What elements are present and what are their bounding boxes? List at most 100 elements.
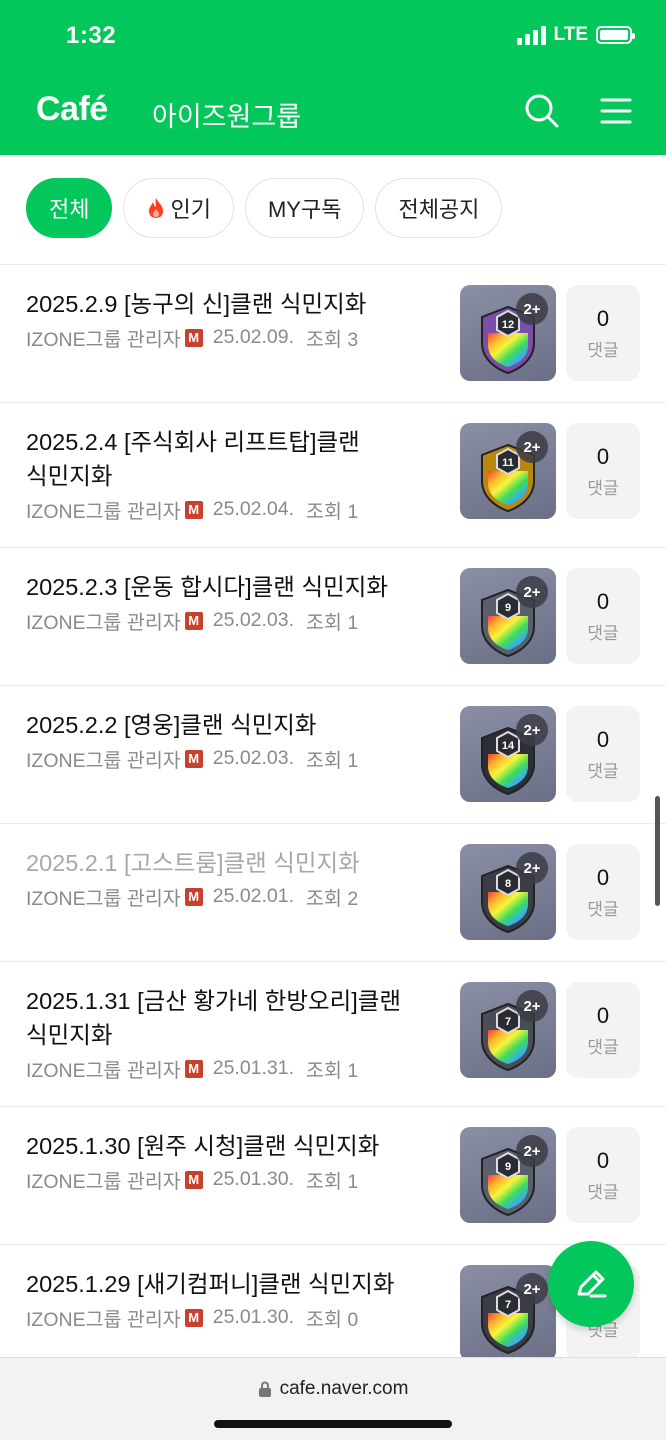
post-views: 조회 1 <box>306 1171 359 1193</box>
post-meta: IZONE그룹 관리자 M 25.01.30. 조회 0 <box>26 1303 446 1332</box>
manager-badge: M <box>184 328 203 347</box>
search-icon[interactable] <box>524 93 560 129</box>
comment-count-box[interactable]: 0 댓글 <box>566 1127 640 1223</box>
battery-icon <box>596 26 635 44</box>
post-thumbnail[interactable]: 14 2+ <box>460 706 556 802</box>
post-title[interactable]: 2025.2.2 [영웅]클랜 식민지화 <box>26 708 446 742</box>
tab-all-notices[interactable]: 전체공지 <box>375 178 503 238</box>
manager-badge: M <box>184 749 203 768</box>
comment-count-box[interactable]: 0 댓글 <box>566 844 640 940</box>
tab-popular[interactable]: 인기 <box>123 178 234 238</box>
post-text: 2025.1.30 [원주 시청]클랜 식민지화 IZONE그룹 관리자 M 25.0… <box>26 1129 446 1194</box>
post-text: 2025.1.31 [금산 황가네 한방오리]클랜 식민지화 IZONE그룹 관리… <box>26 984 446 1083</box>
comment-count-box[interactable]: 0 댓글 <box>566 982 640 1078</box>
post-row[interactable]: 2025.2.4 [주식회사 리프트탑]클랜 식민지화 IZONE그룹 관리자 M 2… <box>0 402 666 547</box>
image-count-badge: 2+ <box>516 431 548 463</box>
status-indicators: LTE <box>516 24 635 46</box>
network-label: LTE <box>553 24 588 45</box>
post-meta: IZONE그룹 관리자 M 25.02.04. 조회 1 <box>26 495 446 524</box>
post-thumbnail[interactable]: 7 2+ <box>460 982 556 1078</box>
post-author: IZONE그룹 관리자 <box>26 1171 181 1193</box>
status-time: 1:32 <box>66 22 117 49</box>
post-text: 2025.1.29 [새기컴퍼니]클랜 식민지화 IZONE그룹 관리자 M 25.0… <box>26 1267 446 1332</box>
post-meta: IZONE그룹 관리자 M 25.02.03. 조회 1 <box>26 606 446 635</box>
tab-all[interactable]: 전체 <box>26 178 113 238</box>
manager-badge: M <box>184 611 203 630</box>
clan-level: 8 <box>505 878 511 890</box>
post-row[interactable]: 2025.2.2 [영웅]클랜 식민지화 IZONE그룹 관리자 M 25.02.03… <box>0 685 666 823</box>
clan-level: 9 <box>505 1161 511 1173</box>
post-thumbnail[interactable]: 12 2+ <box>460 285 556 381</box>
post-text: 2025.2.4 [주식회사 리프트탑]클랜 식민지화 IZONE그룹 관리자 M 2… <box>26 425 446 524</box>
post-row[interactable]: 2025.2.3 [운동 합시다]클랜 식민지화 IZONE그룹 관리자 M 25.0… <box>0 547 666 685</box>
cafe-name[interactable]: 아이즈원그룹 <box>152 95 301 134</box>
post-thumbnail[interactable]: 9 2+ <box>460 568 556 664</box>
post-author: IZONE그룹 관리자 <box>26 1060 181 1082</box>
write-post-button[interactable] <box>548 1241 634 1327</box>
comment-label: 댓글 <box>587 1182 619 1202</box>
post-text: 2025.2.3 [운동 합시다]클랜 식민지화 IZONE그룹 관리자 M 25.0… <box>26 570 446 635</box>
post-views: 조회 1 <box>306 501 359 523</box>
post-text: 2025.2.2 [영웅]클랜 식민지화 IZONE그룹 관리자 M 25.02.03… <box>26 708 446 773</box>
post-thumbnail[interactable]: 11 2+ <box>460 423 556 519</box>
post-views: 조회 3 <box>306 329 359 351</box>
post-views: 조회 2 <box>306 888 359 910</box>
comment-count-box[interactable]: 0 댓글 <box>566 423 640 519</box>
post-thumbnail[interactable]: 9 2+ <box>460 1127 556 1223</box>
tab-my-subscriptions[interactable]: MY구독 <box>244 178 365 238</box>
post-title[interactable]: 2025.1.31 [금산 황가네 한방오리]클랜 식민지화 <box>26 984 446 1052</box>
comment-count: 0 <box>596 864 610 890</box>
post-meta: IZONE그룹 관리자 M 25.02.09. 조회 3 <box>26 323 446 352</box>
cafe-logo[interactable]: Café <box>36 90 108 129</box>
post-title[interactable]: 2025.2.9 [농구의 신]클랜 식민지화 <box>26 287 446 321</box>
comment-count: 0 <box>596 588 610 614</box>
clan-level: 14 <box>502 740 515 752</box>
post-title[interactable]: 2025.2.4 [주식회사 리프트탑]클랜 식민지화 <box>26 425 446 493</box>
home-indicator[interactable] <box>214 1420 452 1428</box>
post-author: IZONE그룹 관리자 <box>26 329 181 351</box>
image-count-badge: 2+ <box>516 576 548 608</box>
hamburger-menu-icon[interactable] <box>600 97 632 125</box>
post-title[interactable]: 2025.2.1 [고스트룸]클랜 식민지화 <box>26 846 446 880</box>
comment-count-box[interactable]: 0 댓글 <box>566 285 640 381</box>
post-author: IZONE그룹 관리자 <box>26 888 181 910</box>
post-row[interactable]: 2025.2.1 [고스트룸]클랜 식민지화 IZONE그룹 관리자 M 25.02.… <box>0 823 666 961</box>
comment-count-box[interactable]: 0 댓글 <box>566 568 640 664</box>
post-date: 25.02.09. <box>212 326 295 348</box>
post-text: 2025.2.1 [고스트룸]클랜 식민지화 IZONE그룹 관리자 M 25.02.… <box>26 846 446 911</box>
image-count-badge: 2+ <box>516 293 548 325</box>
comment-count-box[interactable]: 0 댓글 <box>566 706 640 802</box>
image-count-badge: 2+ <box>516 1135 548 1167</box>
post-meta: IZONE그룹 관리자 M 25.02.03. 조회 1 <box>26 744 446 773</box>
image-count-badge: 2+ <box>516 1273 548 1305</box>
app-header: 1:32 LTE Café 아이즈원그룹 <box>0 0 666 155</box>
signal-icon <box>516 25 546 45</box>
post-thumbnail[interactable]: 7 2+ <box>460 1265 556 1361</box>
post-author: IZONE그룹 관리자 <box>26 501 181 523</box>
clan-level: 12 <box>502 319 514 331</box>
post-date: 25.01.31. <box>212 1057 295 1079</box>
post-date: 25.01.30. <box>212 1306 295 1328</box>
clan-level: 7 <box>505 1016 511 1028</box>
scrollbar[interactable] <box>655 796 660 906</box>
post-row[interactable]: 2025.2.9 [농구의 신]클랜 식민지화 IZONE그룹 관리자 M 25.02… <box>0 264 666 402</box>
clan-level: 7 <box>505 1299 511 1311</box>
post-date: 25.02.01. <box>212 885 295 907</box>
manager-badge: M <box>184 500 203 519</box>
comment-label: 댓글 <box>587 478 619 498</box>
url-bar[interactable]: cafe.naver.com <box>0 1378 666 1400</box>
manager-badge: M <box>184 887 203 906</box>
post-title[interactable]: 2025.2.3 [운동 합시다]클랜 식민지화 <box>26 570 446 604</box>
post-title[interactable]: 2025.1.30 [원주 시청]클랜 식민지화 <box>26 1129 446 1163</box>
clan-level: 11 <box>502 457 514 469</box>
post-views: 조회 1 <box>306 612 359 634</box>
tab-label: 전체공지 <box>398 197 480 222</box>
post-row[interactable]: 2025.1.30 [원주 시청]클랜 식민지화 IZONE그룹 관리자 M 25.0… <box>0 1106 666 1244</box>
post-thumbnail[interactable]: 8 2+ <box>460 844 556 940</box>
post-views: 조회 1 <box>306 1060 359 1082</box>
tab-label: MY구독 <box>267 197 342 222</box>
lock-icon <box>258 1381 271 1397</box>
post-views: 조회 1 <box>306 750 359 772</box>
post-title[interactable]: 2025.1.29 [새기컴퍼니]클랜 식민지화 <box>26 1267 446 1301</box>
post-row[interactable]: 2025.1.31 [금산 황가네 한방오리]클랜 식민지화 IZONE그룹 관리… <box>0 961 666 1106</box>
